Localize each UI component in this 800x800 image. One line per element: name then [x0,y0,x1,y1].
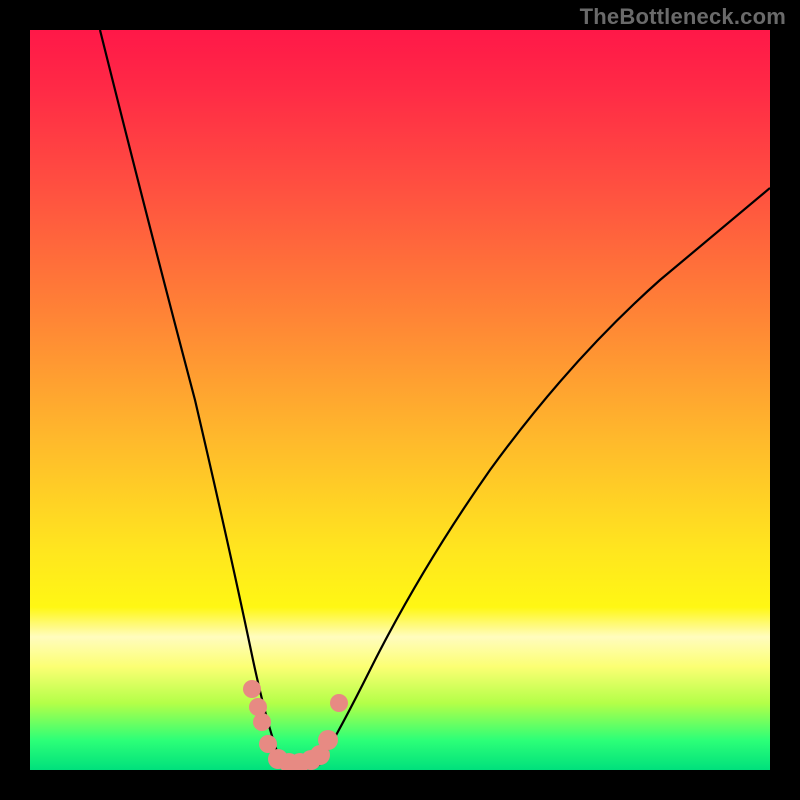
bottleneck-curve-svg [30,30,770,770]
marker-dot [330,694,348,712]
trough-marker-group [243,680,348,770]
chart-canvas: TheBottleneck.com [0,0,800,800]
marker-dot [253,713,271,731]
marker-dot [243,680,261,698]
marker-dot [318,730,338,750]
curve-left-branch [100,30,282,765]
watermark-text: TheBottleneck.com [580,4,786,30]
curve-right-branch [319,188,770,765]
